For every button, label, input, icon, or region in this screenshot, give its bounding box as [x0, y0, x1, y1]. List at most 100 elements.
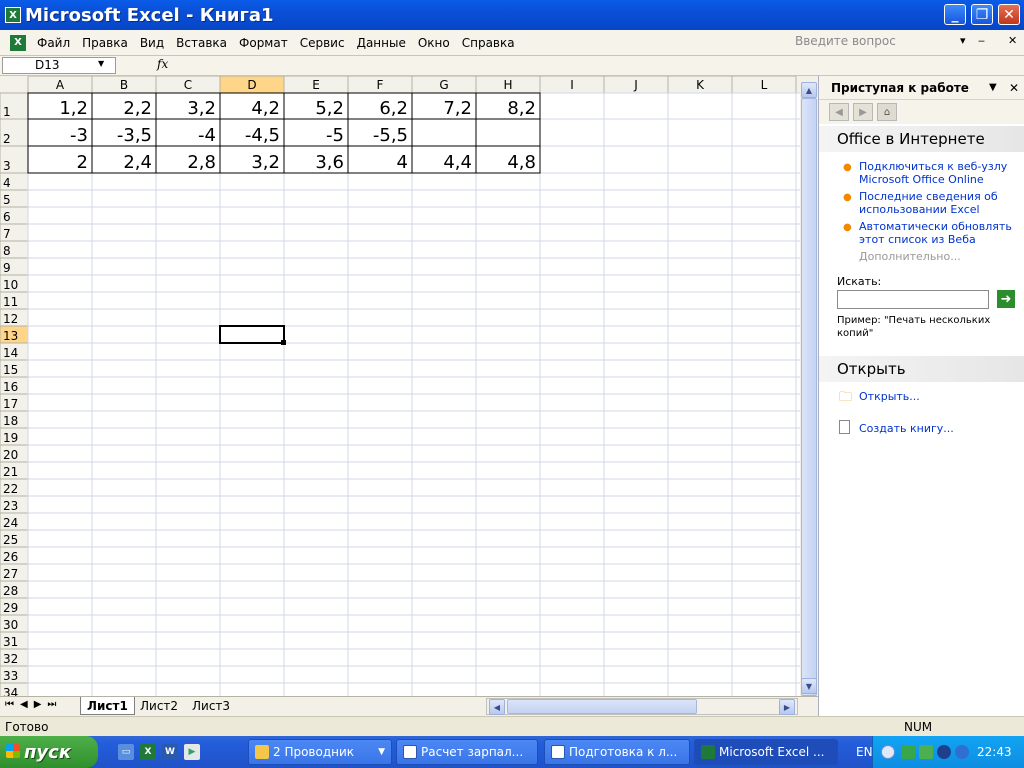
media-player-icon[interactable]: ▶ [184, 744, 200, 760]
search-input[interactable] [837, 290, 989, 309]
horizontal-scrollbar[interactable]: ◀ ▶ [486, 698, 798, 715]
task-word-payroll[interactable]: Расчет зарпал... [396, 739, 538, 765]
link-latest-news[interactable]: ● Последние сведения об использовании Exc… [819, 190, 1024, 216]
forward-icon[interactable]: ▶ [853, 103, 873, 121]
cell-D3[interactable]: 3,2 [251, 152, 280, 173]
cell-H3[interactable]: 4,8 [507, 152, 536, 173]
home-icon[interactable]: ⌂ [877, 103, 897, 121]
cell-D2[interactable]: -4,5 [245, 125, 280, 146]
h-scroll-thumb[interactable] [507, 699, 697, 714]
task-word-prep[interactable]: Подготовка к л... [544, 739, 690, 765]
close-button[interactable]: ✕ [998, 4, 1020, 25]
cell-E2[interactable]: -5 [326, 125, 344, 146]
tab-sheet1[interactable]: Лист1 [80, 697, 135, 715]
menu-window[interactable]: Окно [413, 36, 457, 50]
cell-F3[interactable]: 4 [397, 152, 408, 173]
section-office-online: Office в Интернете [819, 126, 1024, 152]
link-latest-news-text[interactable]: Последние сведения об использовании Exce… [859, 190, 998, 216]
cell-G3[interactable]: 4,4 [443, 152, 472, 173]
maximize-button[interactable]: ❐ [971, 4, 993, 25]
start-button[interactable]: пуск [0, 736, 98, 768]
tab-sheet2[interactable]: Лист2 [134, 697, 184, 715]
selected-cell-D13[interactable] [219, 325, 285, 344]
link-more[interactable]: Дополнительно... [819, 250, 1024, 263]
fill-handle[interactable] [281, 340, 286, 345]
scroll-up-icon[interactable]: ▲ [801, 82, 817, 98]
doc-close-button[interactable]: ✕ [1008, 34, 1017, 47]
link-office-online-text[interactable]: Подключиться к веб-узлу Microsoft Office… [859, 160, 1007, 186]
cell-E1[interactable]: 5,2 [315, 98, 344, 119]
go-arrow-icon[interactable]: ➜ [997, 290, 1015, 308]
menu-insert[interactable]: Вставка [171, 36, 234, 50]
open-link[interactable]: Открыть... [859, 390, 920, 403]
link-office-online[interactable]: ● Подключиться к веб-узлу Microsoft Offic… [819, 160, 1024, 186]
vertical-scrollbar[interactable]: ▲ ▼ [800, 76, 818, 696]
formula-input[interactable] [174, 57, 814, 74]
language-indicator[interactable]: EN [856, 745, 873, 759]
excel-icon[interactable]: X [5, 7, 21, 23]
link-auto-update-text[interactable]: Автоматически обновлять этот список из В… [859, 220, 1012, 246]
create-workbook-link[interactable]: Создать книгу... [859, 422, 954, 435]
chevron-down-icon[interactable]: ▼ [98, 59, 104, 68]
word-quicklaunch-icon[interactable]: W [162, 744, 178, 760]
cell-A3[interactable]: 2 [77, 152, 88, 173]
show-desktop-icon[interactable]: ▭ [118, 744, 134, 760]
minimize-button[interactable]: _ [944, 4, 966, 25]
cell-C3[interactable]: 2,8 [187, 152, 216, 173]
cell-E3[interactable]: 3,6 [315, 152, 344, 173]
cell-D1[interactable]: 4,2 [251, 98, 280, 119]
menu-data[interactable]: Данные [352, 36, 413, 50]
row-header-label: 24 [3, 516, 18, 530]
column-header-label: J [633, 78, 638, 92]
link-auto-update[interactable]: ● Автоматически обновлять этот список из … [819, 220, 1024, 246]
cell-B2[interactable]: -3,5 [117, 125, 152, 146]
scroll-down-icon[interactable]: ▼ [801, 678, 817, 694]
tab-sheet3[interactable]: Лист3 [186, 697, 236, 715]
menu-help[interactable]: Справка [457, 36, 522, 50]
info-icon[interactable] [937, 745, 951, 759]
tray-expand-icon[interactable] [881, 745, 895, 759]
cell-C2[interactable]: -4 [198, 125, 216, 146]
cell-B1[interactable]: 2,2 [123, 98, 152, 119]
create-link-row[interactable]: Создать книгу... [819, 420, 1024, 442]
menu-tools[interactable]: Сервис [295, 36, 352, 50]
question-input[interactable]: Введите вопрос [795, 34, 955, 48]
cell-C1[interactable]: 3,2 [187, 98, 216, 119]
fx-icon[interactable]: fx [157, 57, 168, 71]
open-link-row[interactable]: 🗀 Открыть... [819, 388, 1024, 410]
question-dropdown-icon[interactable]: ▾ [960, 34, 966, 47]
update-icon[interactable] [955, 745, 969, 759]
menu-file[interactable]: Файл [32, 36, 77, 50]
row-header-label: 32 [3, 652, 18, 666]
system-tray: 22:43 [872, 736, 1024, 768]
back-icon[interactable]: ◀ [829, 103, 849, 121]
security-icon[interactable] [919, 745, 933, 759]
excel-quicklaunch-icon[interactable]: X [140, 744, 156, 760]
scroll-left-icon[interactable]: ◀ [489, 699, 505, 715]
task-excel[interactable]: Microsoft Excel ... [694, 739, 838, 765]
chevron-down-icon[interactable]: ▼ [989, 82, 997, 93]
cell-F2[interactable]: -5,5 [373, 125, 408, 146]
menu-format[interactable]: Формат [234, 36, 295, 50]
scroll-right-icon[interactable]: ▶ [779, 699, 795, 715]
menu-view[interactable]: Вид [135, 36, 171, 50]
task-pane-title[interactable]: Приступая к работе [831, 81, 969, 95]
tab-nav-arrows-icon[interactable]: ⏮◀▶⏭ [5, 699, 62, 710]
task-explorer[interactable]: 2 Проводник ▼ [248, 739, 392, 765]
cell-G1[interactable]: 7,2 [443, 98, 472, 119]
cell-A1[interactable]: 1,2 [59, 98, 88, 119]
network-icon[interactable] [901, 745, 915, 759]
task-pane: Приступая к работе ▼ ✕ ◀ ▶ ⌂ Office в Ин… [818, 76, 1024, 716]
scroll-thumb[interactable] [801, 98, 817, 696]
worksheet-grid[interactable]: A B C D E F G H I J K L 1 2 3 4 5 6 7 8 9 10 11 12 13 14 15 16 17 18 1… [0, 76, 800, 696]
cell-F1[interactable]: 6,2 [379, 98, 408, 119]
menu-edit[interactable]: Правка [77, 36, 135, 50]
cell-A2[interactable]: -3 [70, 125, 88, 146]
cell-H1[interactable]: 8,2 [507, 98, 536, 119]
doc-minimize-button[interactable]: ‒ [978, 34, 985, 47]
close-icon[interactable]: ✕ [1009, 81, 1019, 95]
cell-B3[interactable]: 2,4 [123, 152, 152, 173]
status-bar: Готово NUM [0, 716, 1024, 736]
windows-logo-icon [6, 744, 20, 758]
workbook-icon[interactable]: X [10, 34, 26, 51]
